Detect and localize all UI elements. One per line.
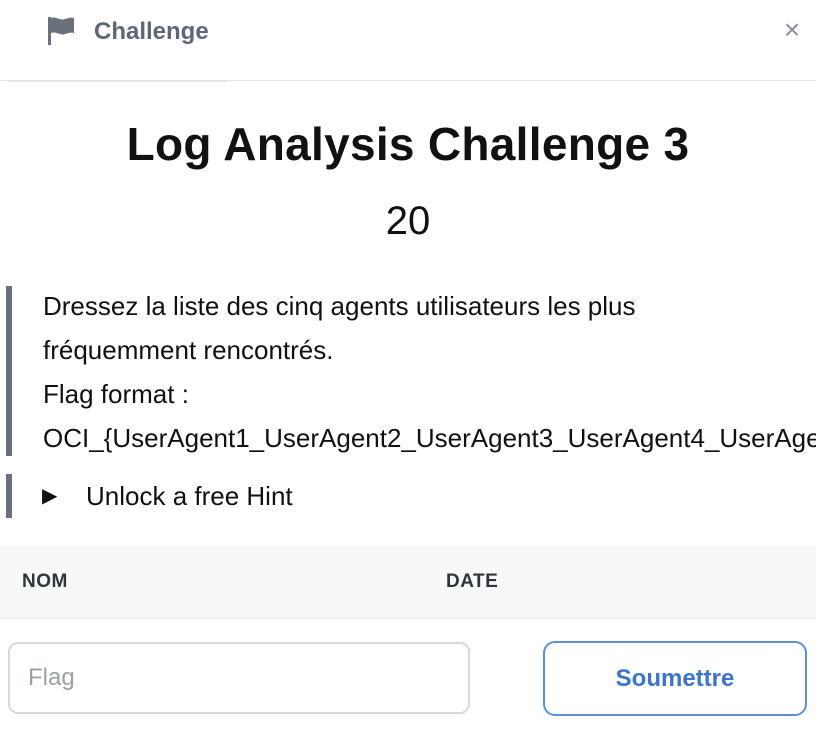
unlock-hint-toggle[interactable]: ▶ Unlock a free Hint [6,474,816,518]
triangle-right-icon: ▶ [42,485,58,507]
tab-challenge-label: Challenge [94,18,209,45]
submit-button[interactable]: Soumettre [543,641,807,716]
flag-icon [48,17,74,45]
challenge-description: Dressez la liste des cinq agents utilisa… [6,286,816,456]
challenge-modal: Challenge × Log Analysis Challenge 3 20 … [0,0,816,734]
modal-header: Challenge × [0,0,816,82]
column-header-date: DATE [446,571,499,592]
tab-challenge[interactable]: Challenge [8,0,228,82]
challenge-title: Log Analysis Challenge 3 [126,118,690,170]
challenge-points: 20 [385,199,431,243]
solves-table-header: NOM DATE [0,546,816,619]
description-line: Flag format : [43,379,189,409]
close-icon[interactable]: × [780,16,804,44]
column-header-name: NOM [22,571,68,592]
unlock-hint-label: Unlock a free Hint [86,481,293,511]
flag-format-line: OCI_{UserAgent1_UserAgent2_UserAgent3_Us… [43,423,816,453]
description-line: Dressez la liste des cinq agents utilisa… [43,291,636,321]
description-line: fréquemment rencontrés. [43,335,334,365]
flag-input[interactable] [8,642,470,714]
